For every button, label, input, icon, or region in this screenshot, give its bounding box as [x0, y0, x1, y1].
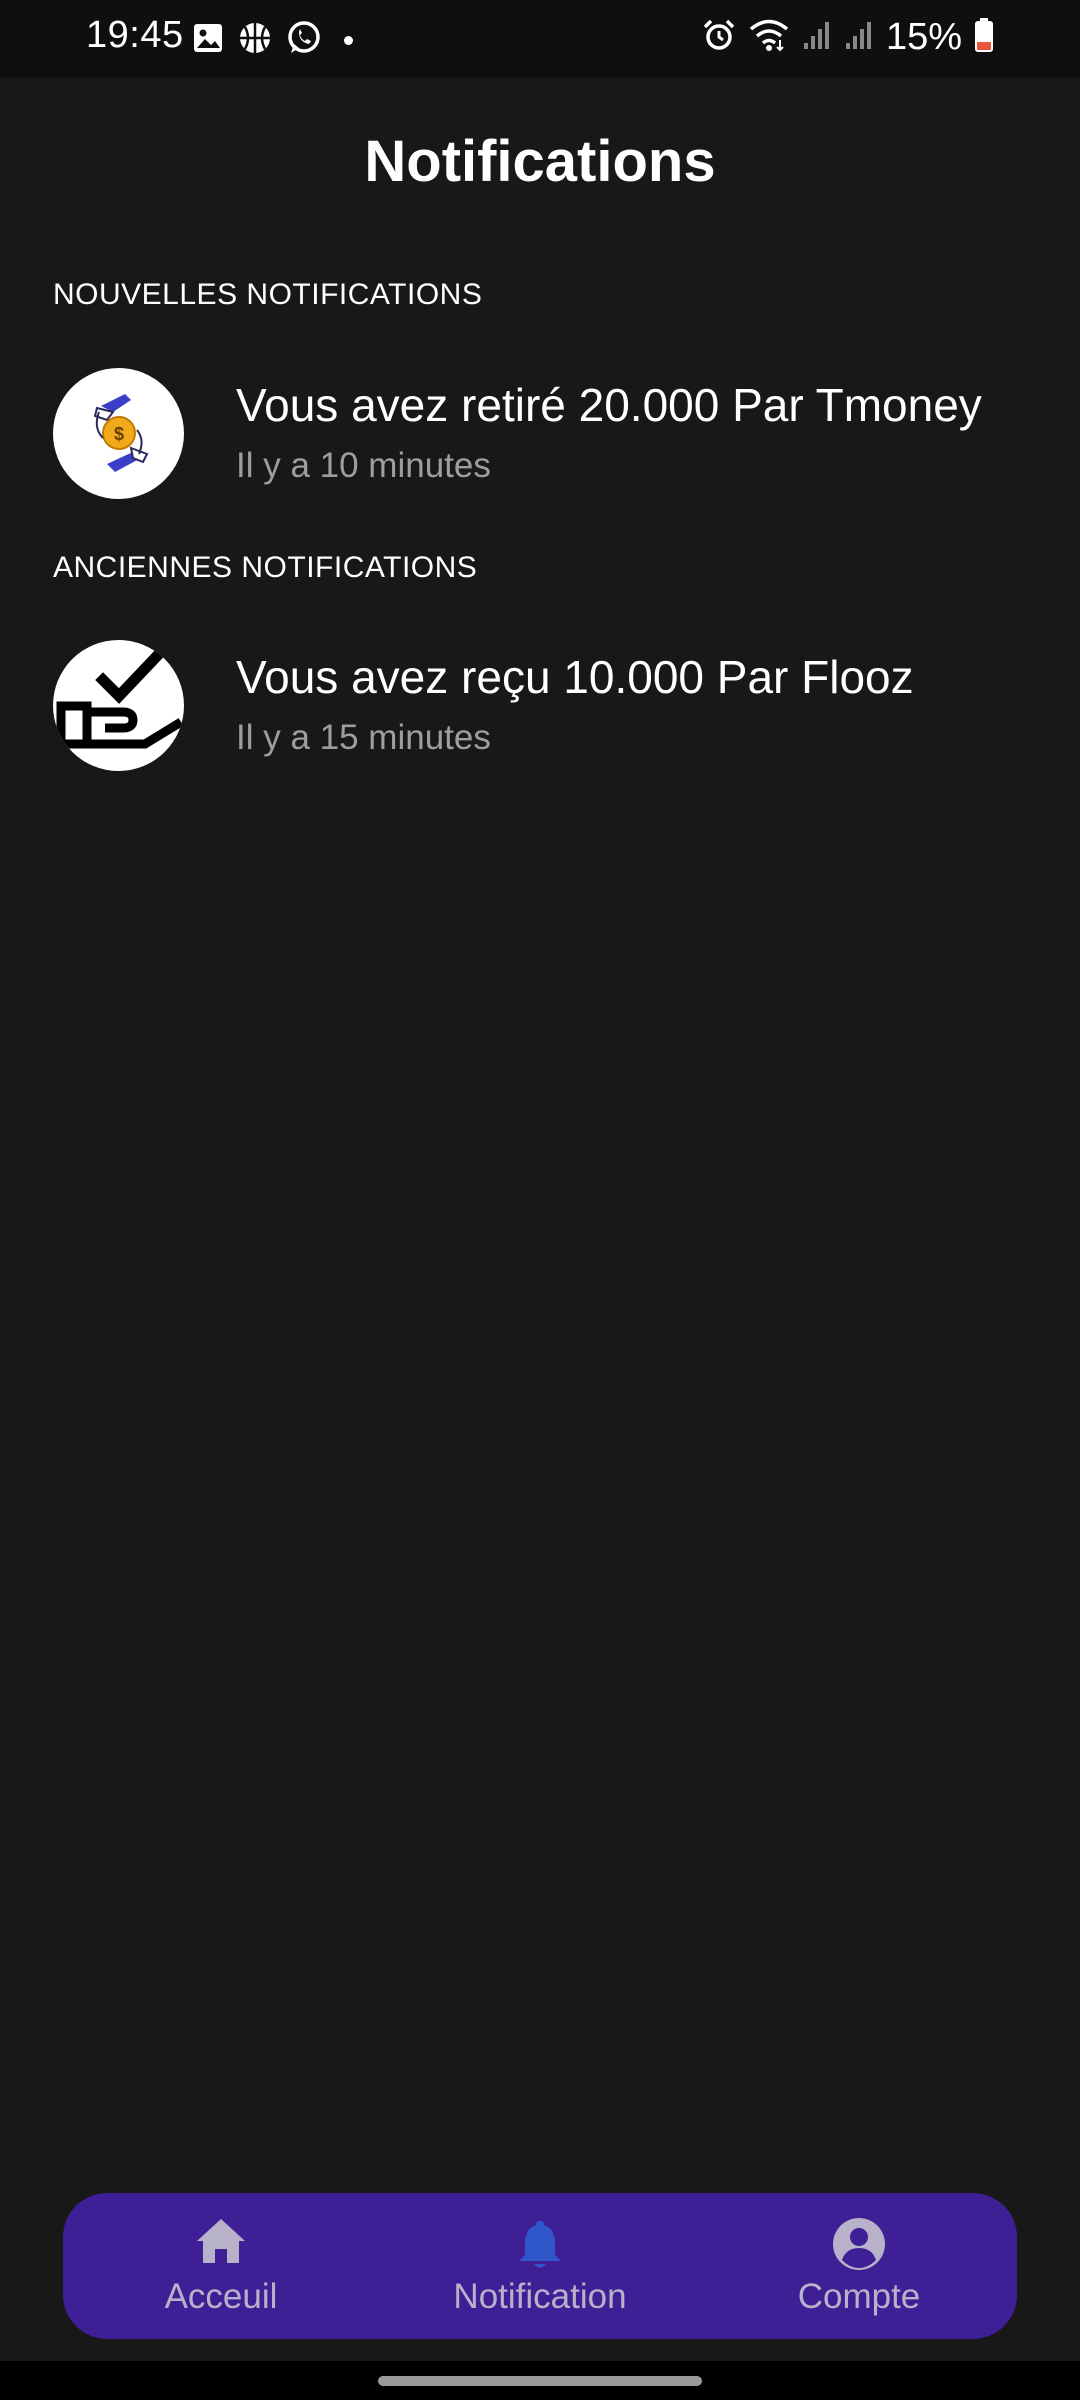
account-icon — [832, 2217, 886, 2276]
battery-percent: 15% — [885, 16, 962, 58]
notification-title: Vous avez reçu 10.000 Par Flooz — [236, 651, 914, 703]
nav-item-notification[interactable]: Notification — [410, 2193, 670, 2339]
signal-icon — [802, 19, 832, 56]
nav-label-home: Acceuil — [164, 2277, 278, 2316]
status-left-icons — [192, 20, 353, 61]
bottom-navigation: Acceuil Notification Compte — [63, 2193, 1017, 2339]
status-bar: 19:45 15% — [0, 0, 1080, 78]
nav-item-account[interactable]: Compte — [729, 2193, 989, 2339]
notification-time: Il y a 15 minutes — [236, 718, 491, 757]
nav-item-home[interactable]: Acceuil — [91, 2193, 351, 2339]
alarm-icon — [702, 18, 736, 57]
gallery-icon — [192, 22, 224, 59]
notification-title: Vous avez retiré 20.000 Par Tmoney — [236, 379, 982, 431]
gesture-bar-area — [0, 2361, 1080, 2400]
basketball-icon — [238, 21, 272, 60]
svg-text:$: $ — [114, 424, 124, 444]
status-right-icons: 15% — [702, 16, 994, 59]
gesture-handle[interactable] — [378, 2376, 702, 2386]
whatsapp-icon — [286, 20, 322, 61]
notification-avatar — [53, 640, 184, 771]
nav-label-account: Compte — [797, 2277, 921, 2316]
notification-item[interactable]: Vous avez reçu 10.000 Par Flooz Il y a 1… — [53, 640, 1043, 772]
home-icon — [195, 2217, 247, 2270]
notification-time: Il y a 10 minutes — [236, 446, 491, 485]
dot-icon — [344, 36, 353, 45]
section-header-new: NOUVELLES NOTIFICATIONS — [53, 278, 483, 311]
status-time: 19:45 — [86, 14, 184, 56]
notification-item[interactable]: $ Vous avez retiré 20.000 Par Tmoney Il … — [53, 368, 1043, 500]
page-title: Notifications — [364, 129, 716, 194]
bell-icon — [517, 2217, 563, 2276]
nav-label-notification: Notification — [453, 2277, 627, 2316]
notification-avatar: $ — [53, 368, 184, 499]
section-header-old: ANCIENNES NOTIFICATIONS — [53, 551, 478, 584]
wifi-icon — [748, 18, 790, 57]
battery-icon — [974, 17, 994, 58]
signal-icon — [844, 19, 874, 56]
